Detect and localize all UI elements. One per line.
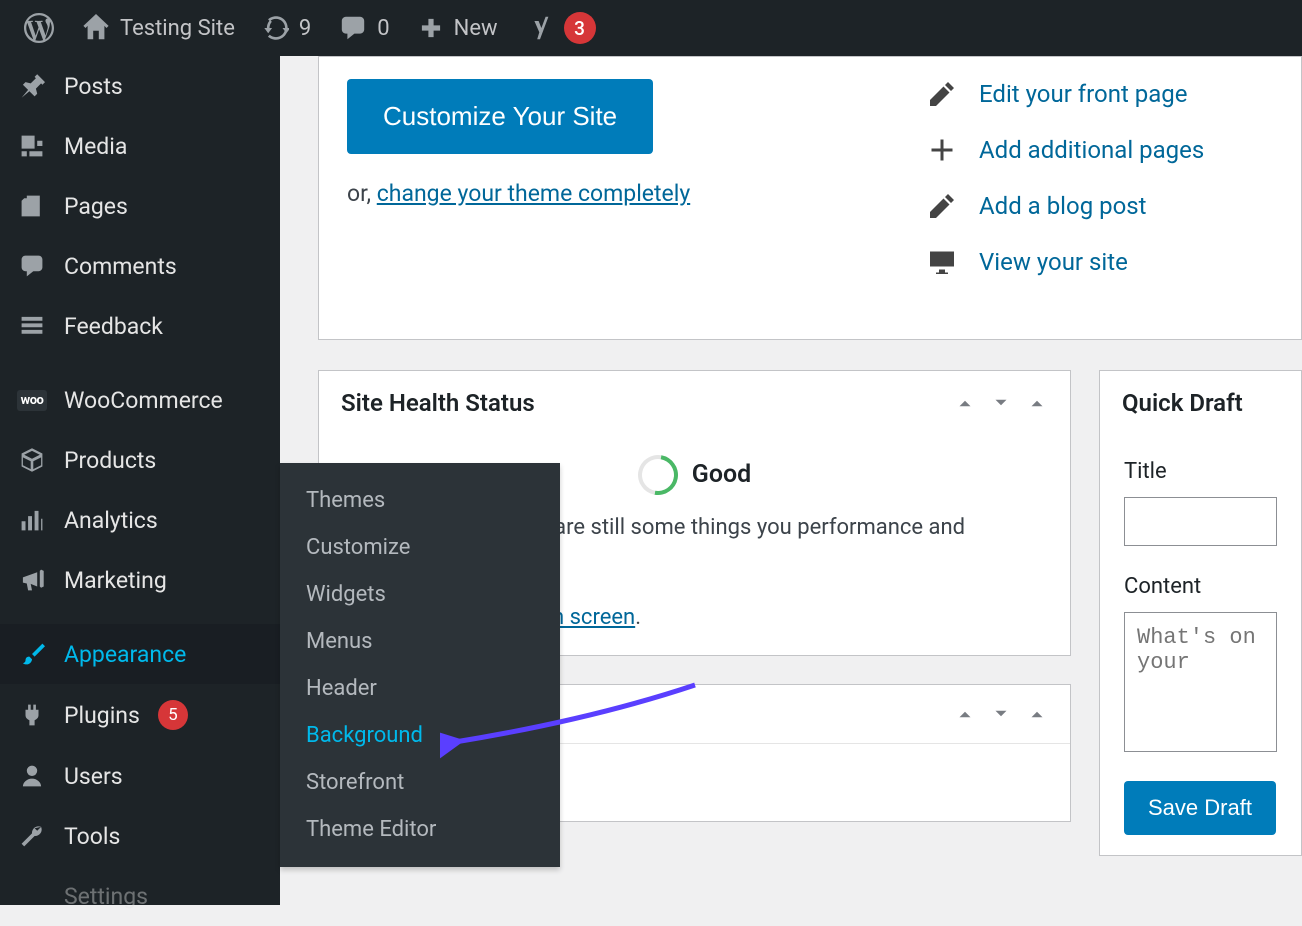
collapse-icon[interactable] <box>1026 392 1048 414</box>
welcome-panel: Customize Your Site or, change your them… <box>318 56 1302 340</box>
submenu-widgets[interactable]: Widgets <box>280 571 560 618</box>
admin-bar: Testing Site 9 0 New 3 <box>0 0 1302 56</box>
appearance-submenu: Themes Customize Widgets Menus Header Ba… <box>280 463 560 867</box>
sidebar-item-media[interactable]: Media <box>0 116 280 176</box>
title-label: Title <box>1124 455 1277 489</box>
plus-icon <box>927 135 957 165</box>
sidebar-item-label: Plugins <box>64 702 140 729</box>
content-textarea[interactable] <box>1124 612 1277 752</box>
pin-icon <box>18 72 46 100</box>
customize-site-button[interactable]: Customize Your Site <box>347 79 653 154</box>
edit-icon <box>927 191 957 221</box>
sidebar-item-marketing[interactable]: Marketing <box>0 550 280 610</box>
site-health-title: Site Health Status <box>341 389 535 417</box>
sidebar-item-tools[interactable]: Tools <box>0 806 280 866</box>
wp-logo[interactable] <box>10 0 68 56</box>
comments-count: 0 <box>377 16 389 41</box>
sidebar-item-label: Appearance <box>64 641 186 668</box>
submenu-menus[interactable]: Menus <box>280 618 560 665</box>
sidebar-item-label: Comments <box>64 253 177 280</box>
sidebar-item-label: Feedback <box>64 313 163 340</box>
chevron-down-icon[interactable] <box>990 392 1012 414</box>
collapse-icon[interactable] <box>1026 703 1048 725</box>
comment-icon <box>339 14 367 42</box>
submenu-background[interactable]: Background <box>280 712 560 759</box>
plugins-badge: 5 <box>158 700 188 730</box>
health-circle-icon <box>630 447 686 503</box>
submenu-customize[interactable]: Customize <box>280 524 560 571</box>
yoast-badge: 3 <box>564 12 596 44</box>
brush-icon <box>18 640 46 668</box>
chevron-up-icon[interactable] <box>954 703 976 725</box>
add-blog-post-link[interactable]: Add a blog post <box>927 191 1273 221</box>
sidebar-item-plugins[interactable]: Plugins 5 <box>0 684 280 746</box>
quick-draft-title: Quick Draft <box>1122 389 1243 417</box>
settings-icon <box>18 882 46 910</box>
sidebar-item-users[interactable]: Users <box>0 746 280 806</box>
sidebar-item-comments[interactable]: Comments <box>0 236 280 296</box>
or-change-theme: or, change your theme completely <box>347 180 887 207</box>
submenu-theme-editor[interactable]: Theme Editor <box>280 806 560 853</box>
submenu-storefront[interactable]: Storefront <box>280 759 560 806</box>
content-label: Content <box>1124 570 1277 604</box>
sidebar-item-settings[interactable]: Settings <box>0 866 280 926</box>
chevron-up-icon[interactable] <box>954 392 976 414</box>
plug-icon <box>18 701 46 729</box>
view-site-link[interactable]: View your site <box>927 247 1273 277</box>
submenu-themes[interactable]: Themes <box>280 477 560 524</box>
user-icon <box>18 762 46 790</box>
yoast-icon <box>526 14 554 42</box>
sidebar-item-woocommerce[interactable]: woo WooCommerce <box>0 370 280 430</box>
sidebar-item-posts[interactable]: Posts <box>0 56 280 116</box>
sidebar-item-label: Media <box>64 133 127 160</box>
wordpress-icon <box>24 13 54 43</box>
sidebar-item-label: WooCommerce <box>64 387 223 414</box>
chevron-down-icon[interactable] <box>990 703 1012 725</box>
sidebar-item-analytics[interactable]: Analytics <box>0 490 280 550</box>
sidebar-item-label: Analytics <box>64 507 158 534</box>
sidebar-item-pages[interactable]: Pages <box>0 176 280 236</box>
edit-icon <box>927 79 957 109</box>
woo-icon: woo <box>18 386 46 414</box>
sidebar-item-products[interactable]: Products <box>0 430 280 490</box>
site-name-link[interactable]: Testing Site <box>68 0 249 56</box>
comments-icon <box>18 252 46 280</box>
megaphone-icon <box>18 566 46 594</box>
sidebar-item-label: Users <box>64 763 123 790</box>
media-icon <box>18 132 46 160</box>
sidebar-item-label: Settings <box>64 883 148 910</box>
admin-sidebar: Posts Media Pages Comments Feedback woo … <box>0 56 280 905</box>
plus-icon <box>418 15 444 41</box>
sidebar-item-feedback[interactable]: Feedback <box>0 296 280 356</box>
chart-icon <box>18 506 46 534</box>
feedback-icon <box>18 312 46 340</box>
updates-link[interactable]: 9 <box>249 0 325 56</box>
box-icon <box>18 446 46 474</box>
sidebar-item-label: Marketing <box>64 567 167 594</box>
sidebar-item-label: Pages <box>64 193 128 220</box>
new-label: New <box>454 16 498 41</box>
updates-count: 9 <box>299 16 311 41</box>
sidebar-item-label: Tools <box>64 823 120 850</box>
sidebar-item-appearance[interactable]: Appearance <box>0 624 280 684</box>
new-content-link[interactable]: New <box>404 0 512 56</box>
yoast-link[interactable]: 3 <box>512 0 610 56</box>
change-theme-link[interactable]: change your theme completely <box>377 180 690 207</box>
comments-link[interactable]: 0 <box>325 0 403 56</box>
add-pages-link[interactable]: Add additional pages <box>927 135 1273 165</box>
home-icon <box>82 14 110 42</box>
submenu-header[interactable]: Header <box>280 665 560 712</box>
wrench-icon <box>18 822 46 850</box>
update-icon <box>263 15 289 41</box>
page-icon <box>18 192 46 220</box>
sidebar-item-label: Posts <box>64 73 123 100</box>
edit-front-page-link[interactable]: Edit your front page <box>927 79 1273 109</box>
sidebar-item-label: Products <box>64 447 156 474</box>
quick-draft-card: Quick Draft Title Content Save Draft <box>1099 370 1302 856</box>
monitor-icon <box>927 247 957 277</box>
save-draft-button[interactable]: Save Draft <box>1124 781 1276 835</box>
title-input[interactable] <box>1124 497 1277 546</box>
site-name: Testing Site <box>120 16 235 41</box>
